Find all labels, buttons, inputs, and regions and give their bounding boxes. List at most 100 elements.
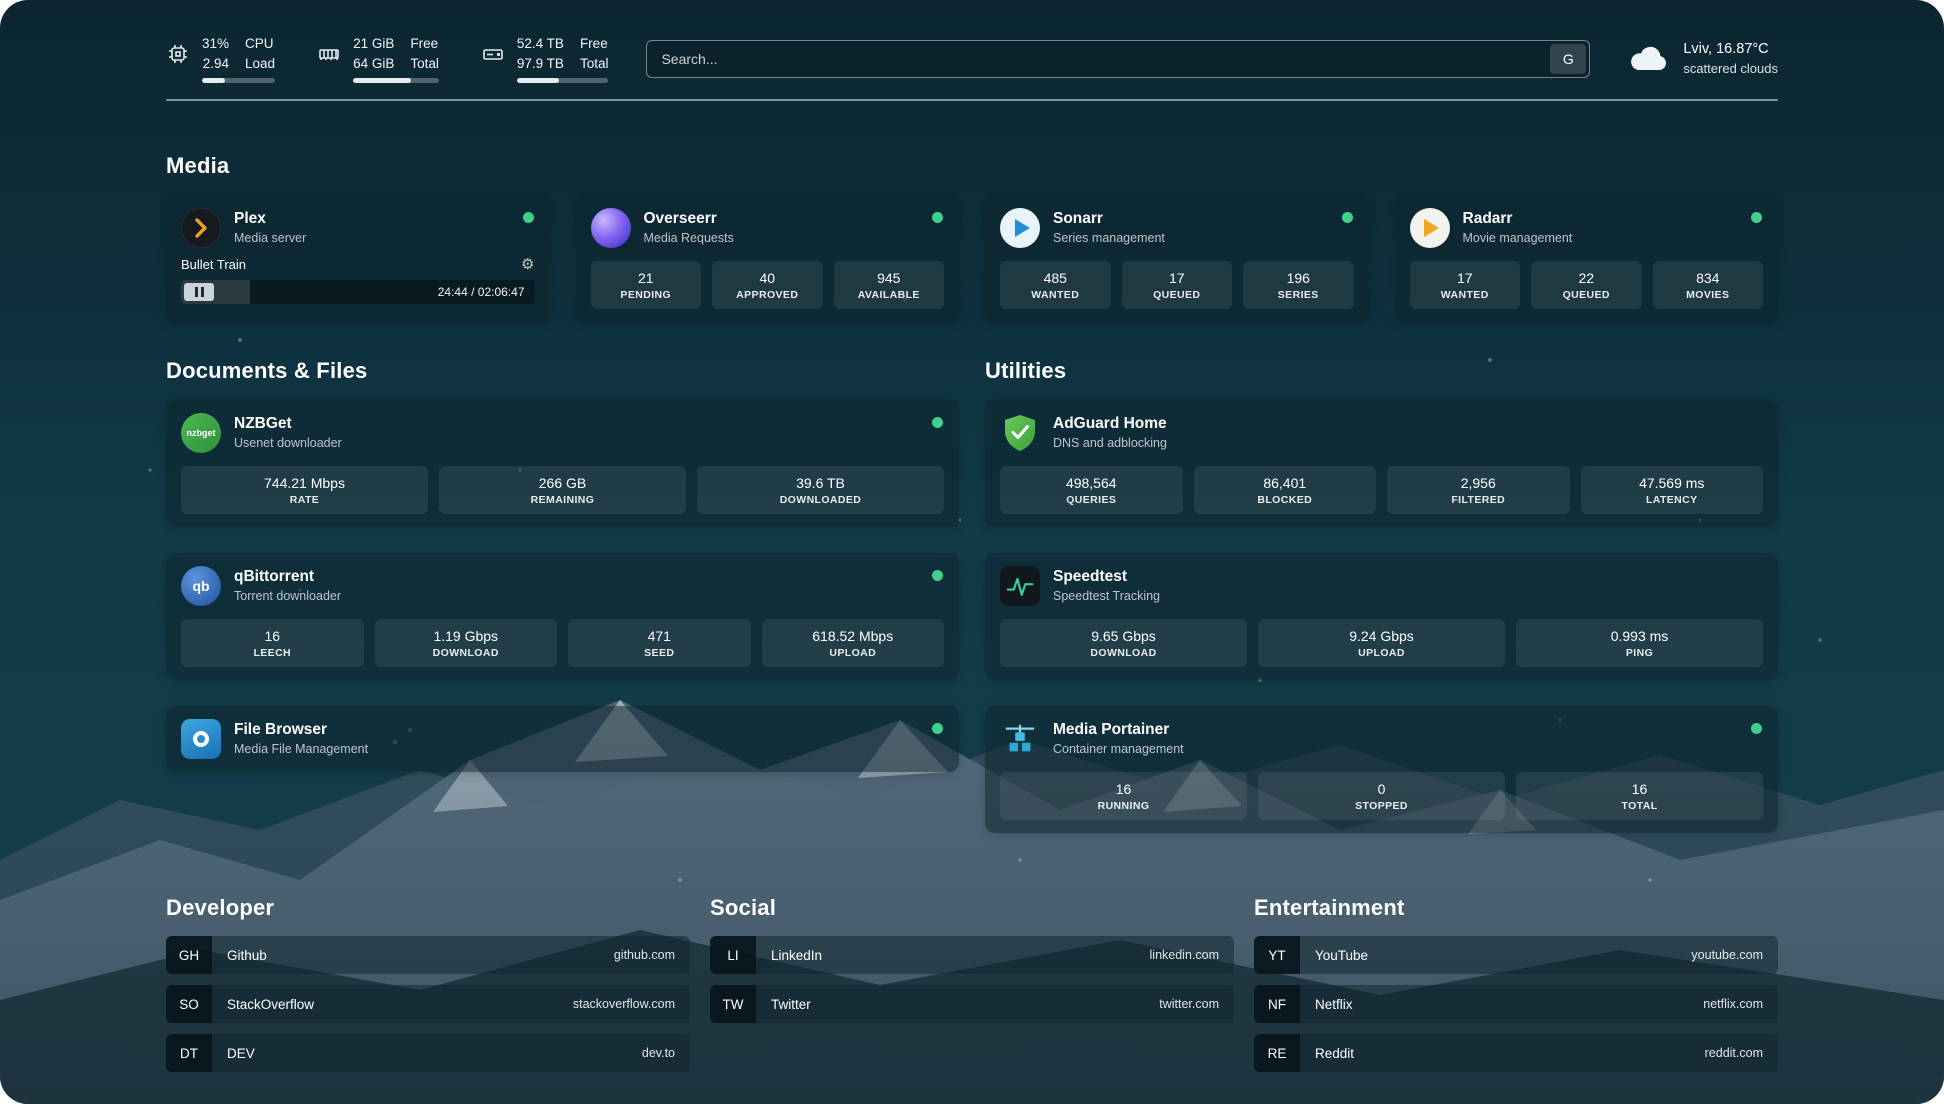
- bookmark-dev[interactable]: DT DEV dev.to: [166, 1034, 690, 1072]
- sonarr-icon: [1000, 208, 1040, 248]
- cpu-bar: [202, 78, 275, 83]
- adguard-name: AdGuard Home: [1053, 414, 1167, 435]
- stat-tile: 618.52 Mbps UPLOAD: [762, 619, 945, 667]
- filebrowser-icon: [181, 719, 221, 759]
- adguard-subtitle: DNS and adblocking: [1053, 435, 1167, 452]
- app-card-adguard[interactable]: AdGuard Home DNS and adblocking 498,564 …: [985, 400, 1778, 527]
- stat-tile: 945 AVAILABLE: [834, 261, 945, 309]
- qbittorrent-icon: qb: [181, 566, 221, 606]
- utilities-column: Utilities: [985, 358, 1778, 833]
- app-card-filebrowser[interactable]: File Browser Media File Management: [166, 706, 959, 772]
- memory-total-value: 64 GiB: [353, 54, 394, 74]
- bookmark-url: linkedin.com: [1150, 936, 1234, 974]
- bookmark-name: YouTube: [1300, 936, 1691, 974]
- gear-icon[interactable]: ⚙: [521, 257, 534, 272]
- disk-total-value: 97.9 TB: [517, 54, 564, 74]
- stat-tile: 17 WANTED: [1410, 261, 1521, 309]
- section-title-media: Media: [166, 153, 1778, 179]
- system-widgets: 31% 2.94 CPU Load: [166, 34, 608, 83]
- cpu-percent: 31%: [202, 34, 229, 54]
- speedtest-name: Speedtest: [1053, 567, 1160, 588]
- bookmark-name: Twitter: [756, 985, 1159, 1023]
- cpu-chip-icon: [166, 42, 190, 66]
- bookmark-abbr: TW: [710, 985, 756, 1023]
- bookmark-abbr: LI: [710, 936, 756, 974]
- app-card-speedtest[interactable]: Speedtest Speedtest Tracking 9.65 Gbps D…: [985, 553, 1778, 680]
- stat-tile: 834 MOVIES: [1653, 261, 1764, 309]
- disk-total-label: Total: [580, 54, 609, 74]
- stat-tile: 16 LEECH: [181, 619, 364, 667]
- stat-tile: 22 QUEUED: [1531, 261, 1642, 309]
- bookmark-github[interactable]: GH Github github.com: [166, 936, 690, 974]
- filebrowser-name: File Browser: [234, 720, 368, 741]
- app-card-nzbget[interactable]: nzbget NZBGet Usenet downloader 744.21 M…: [166, 400, 959, 527]
- disk-free-label: Free: [580, 34, 609, 54]
- now-playing-progress-bar[interactable]: 24:44 / 02:06:47: [181, 280, 535, 304]
- nzbget-name: NZBGet: [234, 414, 342, 435]
- app-card-overseerr[interactable]: Overseerr Media Requests 21 PENDING 40 A…: [576, 195, 960, 322]
- bookmark-abbr: YT: [1254, 936, 1300, 974]
- section-title-social: Social: [710, 895, 1234, 921]
- memory-icon: [317, 42, 341, 66]
- nzbget-subtitle: Usenet downloader: [234, 435, 342, 452]
- bookmark-url: netflix.com: [1703, 985, 1778, 1023]
- app-card-qbittorrent[interactable]: qb qBittorrent Torrent downloader 16: [166, 553, 959, 680]
- search-bar: G: [646, 40, 1590, 78]
- bookmark-netflix[interactable]: NF Netflix netflix.com: [1254, 985, 1778, 1023]
- stat-tile: 498,564 QUERIES: [1000, 466, 1183, 514]
- bookmark-stackoverflow[interactable]: SO StackOverflow stackoverflow.com: [166, 985, 690, 1023]
- app-card-sonarr[interactable]: Sonarr Series management 485 WANTED 17 Q…: [985, 195, 1369, 322]
- app-card-portainer[interactable]: Media Portainer Container management 16 …: [985, 706, 1778, 833]
- content: 31% 2.94 CPU Load: [0, 0, 1944, 1104]
- overseerr-subtitle: Media Requests: [644, 230, 734, 247]
- sonarr-status-dot: [1342, 212, 1353, 223]
- bookmark-url: youtube.com: [1691, 936, 1778, 974]
- app-card-radarr[interactable]: Radarr Movie management 17 WANTED 22 QUE…: [1395, 195, 1779, 322]
- qbittorrent-name: qBittorrent: [234, 567, 341, 588]
- topbar: 31% 2.94 CPU Load: [166, 34, 1778, 83]
- topbar-divider: [166, 99, 1778, 101]
- plex-icon: [181, 208, 221, 248]
- sonarr-subtitle: Series management: [1053, 230, 1165, 247]
- memory-bar-fill: [353, 78, 410, 83]
- bookmarks-entertainment: Entertainment YT YouTube youtube.com NF …: [1254, 895, 1778, 1083]
- bookmark-linkedin[interactable]: LI LinkedIn linkedin.com: [710, 936, 1234, 974]
- bookmark-reddit[interactable]: RE Reddit reddit.com: [1254, 1034, 1778, 1072]
- overseerr-name: Overseerr: [644, 209, 734, 230]
- documents-column: Documents & Files nzbget NZBGet Usenet d…: [166, 358, 959, 833]
- disk-free-value: 52.4 TB: [517, 34, 564, 54]
- bookmark-name: DEV: [212, 1034, 642, 1072]
- bookmark-name: Netflix: [1300, 985, 1703, 1023]
- search-input[interactable]: [646, 40, 1590, 78]
- section-title-utilities: Utilities: [985, 358, 1778, 384]
- plex-status-dot: [523, 212, 534, 223]
- pause-button[interactable]: [184, 283, 214, 301]
- weather-location-temp: Lviv, 16.87°C: [1683, 39, 1778, 59]
- adguard-icon: [1000, 413, 1040, 453]
- memory-total-label: Total: [410, 54, 439, 74]
- stat-tile: 39.6 TB DOWNLOADED: [697, 466, 944, 514]
- stat-tile: 9.24 Gbps UPLOAD: [1258, 619, 1505, 667]
- bookmark-twitter[interactable]: TW Twitter twitter.com: [710, 985, 1234, 1023]
- stat-tile: 16 TOTAL: [1516, 772, 1763, 820]
- stat-tile: 17 QUEUED: [1122, 261, 1233, 309]
- middle-columns: Documents & Files nzbget NZBGet Usenet d…: [166, 358, 1778, 833]
- plex-name: Plex: [234, 209, 306, 230]
- memory-bar: [353, 78, 439, 83]
- disk-bar: [517, 78, 609, 83]
- stat-tile: 1.19 Gbps DOWNLOAD: [375, 619, 558, 667]
- portainer-subtitle: Container management: [1053, 741, 1184, 758]
- stat-tile: 196 SERIES: [1243, 261, 1354, 309]
- media-cards: Plex Media server Bullet Train ⚙ 24:44 /…: [166, 195, 1778, 322]
- bookmarks-section: Developer GH Github github.com SO StackO…: [166, 895, 1778, 1083]
- search-provider-button[interactable]: G: [1550, 44, 1586, 74]
- bookmark-abbr: RE: [1254, 1034, 1300, 1072]
- bookmark-youtube[interactable]: YT YouTube youtube.com: [1254, 936, 1778, 974]
- stat-tile: 47.569 ms LATENCY: [1581, 466, 1764, 514]
- bookmark-url: dev.to: [642, 1034, 690, 1072]
- app-card-plex[interactable]: Plex Media server Bullet Train ⚙ 24:44 /…: [166, 195, 550, 322]
- plex-subtitle: Media server: [234, 230, 306, 247]
- bookmarks-social: Social LI LinkedIn linkedin.com TW Twitt…: [710, 895, 1234, 1083]
- dashboard-screen: 31% 2.94 CPU Load: [0, 0, 1944, 1104]
- cpu-widget: 31% 2.94 CPU Load: [166, 34, 275, 83]
